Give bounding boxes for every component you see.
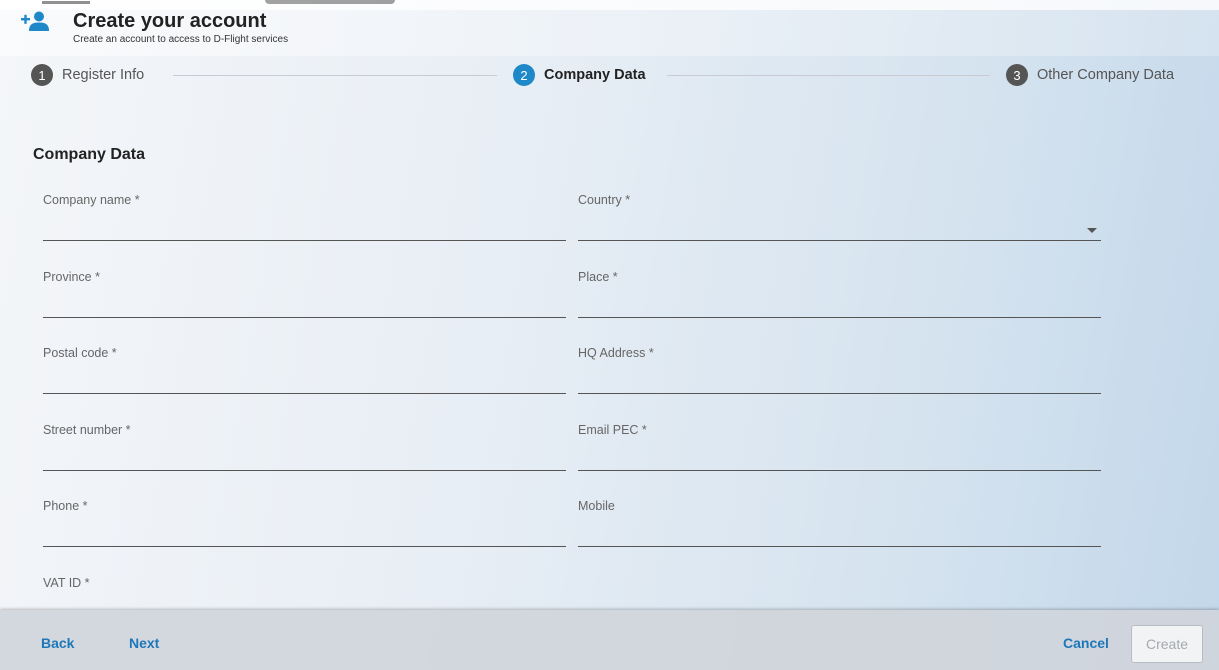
province-field: Province * bbox=[43, 270, 566, 342]
step-connector bbox=[667, 75, 990, 76]
step-company-data[interactable]: 2 Company Data bbox=[513, 64, 646, 86]
step-register-info[interactable]: 1 Register Info bbox=[31, 64, 144, 86]
add-user-icon bbox=[21, 11, 49, 31]
company-name-field: Company name * bbox=[43, 193, 566, 265]
place-label: Place * bbox=[578, 270, 618, 284]
company-name-label: Company name * bbox=[43, 193, 140, 207]
company-name-input[interactable] bbox=[43, 219, 566, 241]
postal-code-label: Postal code * bbox=[43, 346, 117, 360]
mobile-input[interactable] bbox=[578, 525, 1101, 547]
mobile-label: Mobile bbox=[578, 499, 615, 513]
cancel-button[interactable]: Cancel bbox=[1063, 635, 1109, 651]
chevron-down-icon[interactable] bbox=[1087, 228, 1097, 233]
hq-address-label: HQ Address * bbox=[578, 346, 654, 360]
street-number-input[interactable] bbox=[43, 449, 566, 471]
country-select[interactable] bbox=[578, 219, 1101, 241]
step-number: 3 bbox=[1006, 64, 1028, 86]
postal-code-field: Postal code * bbox=[43, 346, 566, 418]
vat-id-label: VAT ID * bbox=[43, 576, 90, 590]
step-other-company-data[interactable]: 3 Other Company Data bbox=[1006, 64, 1174, 86]
phone-label: Phone * bbox=[43, 499, 88, 513]
step-number: 1 bbox=[31, 64, 53, 86]
next-button[interactable]: Next bbox=[129, 635, 159, 651]
place-field: Place * bbox=[578, 270, 1101, 342]
vat-id-field: VAT ID * bbox=[43, 576, 566, 606]
postal-code-input[interactable] bbox=[43, 372, 566, 394]
email-pec-input[interactable] bbox=[578, 449, 1101, 471]
street-number-label: Street number * bbox=[43, 423, 131, 437]
phone-input[interactable] bbox=[43, 525, 566, 547]
place-input[interactable] bbox=[578, 296, 1101, 318]
province-input[interactable] bbox=[43, 296, 566, 318]
hq-address-field: HQ Address * bbox=[578, 346, 1101, 418]
province-label: Province * bbox=[43, 270, 100, 284]
page-subtitle: Create an account to access to D-Flight … bbox=[73, 34, 289, 45]
country-label: Country * bbox=[578, 193, 631, 207]
page-title: Create your account bbox=[73, 10, 267, 32]
step-label: Register Info bbox=[62, 67, 145, 83]
back-button[interactable]: Back bbox=[41, 635, 74, 651]
step-connector bbox=[173, 75, 497, 76]
street-number-field: Street number * bbox=[43, 423, 566, 495]
step-label: Company Data bbox=[544, 67, 646, 83]
create-button[interactable]: Create bbox=[1131, 625, 1203, 663]
section-title: Company Data bbox=[33, 146, 146, 163]
step-label: Other Company Data bbox=[1037, 67, 1175, 83]
hq-address-input[interactable] bbox=[578, 372, 1101, 394]
stepper: 1 Register Info 2 Company Data 3 Other C… bbox=[0, 58, 1219, 92]
page-header: Create your account Create an account to… bbox=[0, 0, 1219, 56]
step-number: 2 bbox=[513, 64, 535, 86]
footer-actions: Back Next Cancel Create bbox=[0, 610, 1219, 670]
email-pec-field: Email PEC * bbox=[578, 423, 1101, 495]
phone-field: Phone * bbox=[43, 499, 566, 571]
mobile-field: Mobile bbox=[578, 499, 1101, 571]
email-pec-label: Email PEC * bbox=[578, 423, 647, 437]
country-field: Country * bbox=[578, 193, 1101, 265]
